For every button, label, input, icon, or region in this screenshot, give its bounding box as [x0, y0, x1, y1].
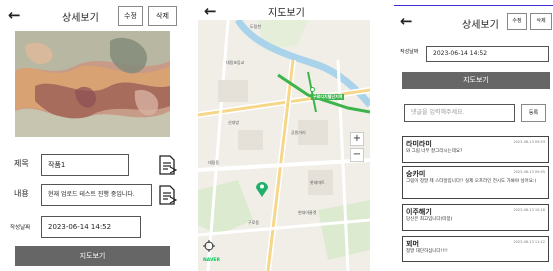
comment-text: 와 그림 너무 잘그리시는데요? [406, 149, 463, 154]
detail-header: ← 상세보기 수정 삭제 [0, 0, 185, 30]
content-row: 내용 현재 업로드 테스트 진행 중입니다. [10, 184, 177, 206]
page-title: 상세보기 [462, 20, 499, 31]
station-marker[interactable] [310, 87, 315, 92]
station-label[interactable]: 구로디지털단지역 [311, 94, 345, 100]
comment-author: 꾀머 [406, 240, 419, 248]
page-title: 상세보기 [62, 13, 99, 24]
comment-item: 꾀머 2023-06-13 11:12 정말 대단하십니다!!!! [402, 236, 549, 262]
comment-item: 라미라미 2023-06-13 09:53 와 그림 너무 잘그리시는데요? [402, 136, 549, 163]
content-input[interactable]: 현재 업로드 테스트 진행 중입니다. [41, 184, 152, 206]
map-place-label: 도림천 [250, 24, 262, 29]
map-view-button[interactable]: 지도보기 [15, 246, 170, 266]
map-screen: ← 지도보기 대림초등교 구로디지털단지역 공원거리 신대방 롯데마트 대림동 … [198, 0, 370, 271]
naver-logo: NAVER [203, 258, 220, 263]
date-field: 2023-06-14 14:52 [41, 216, 141, 238]
title-label: 제목 [14, 159, 29, 168]
content-label: 내용 [14, 189, 29, 198]
map-view[interactable]: 대림초등교 구로디지털단지역 공원거리 신대방 롯데마트 대림동 현대아울렛 구… [198, 20, 370, 271]
detail-screen: ← 상세보기 수정 삭제 제목 작품1 내용 현재 업로드 테스트 진행 중입니… [0, 0, 185, 271]
attach-file-icon[interactable] [157, 185, 177, 205]
map-place-label: 신대방 [228, 120, 240, 125]
comment-date: 2023-06-13 09:55 [513, 170, 545, 174]
edit-button[interactable]: 수정 [118, 6, 143, 26]
date-row: 작성날짜 2023-06-14 14:52 [10, 216, 177, 238]
attach-file-icon[interactable] [157, 155, 177, 175]
edit-button[interactable]: 수정 [507, 13, 527, 30]
map-place-label: 구로동 [248, 220, 260, 225]
map-place-label: 공원거리 [291, 130, 306, 135]
delete-button[interactable]: 삭제 [148, 6, 177, 26]
back-arrow-icon[interactable]: ← [204, 2, 217, 20]
artwork-image [15, 31, 170, 137]
map-place-label: 대림초등교 [226, 60, 245, 65]
map-canvas [198, 20, 370, 271]
title-row: 제목 작품1 [10, 154, 177, 176]
comments-screen: ← 상세보기 수정 삭제 작성날짜 2023-06-14 14:52 지도보기 … [394, 0, 553, 271]
date-label: 작성날짜 [400, 49, 419, 55]
back-arrow-icon[interactable]: ← [400, 12, 413, 30]
comment-text: 정말 대단하십니다!!!! [406, 249, 448, 254]
comment-date: 2023-06-13 11:12 [513, 240, 545, 244]
back-arrow-icon[interactable]: ← [8, 6, 21, 24]
location-pin-icon[interactable] [255, 180, 269, 198]
crosshair-icon[interactable] [203, 240, 215, 252]
map-place-label: 롯데마트 [310, 180, 325, 185]
comment-item: 이주해기 2023-06-13 10:18 당신은 최고입니다(따봉) [402, 204, 549, 231]
comment-item: 승카미 2023-06-13 09:55 그림이 정말 제 스타일입니다!! 실… [402, 166, 549, 199]
comment-text: 당신은 최고입니다(따봉) [406, 217, 453, 222]
zoom-in-button[interactable]: + [350, 132, 364, 146]
comment-author: 승카미 [406, 170, 426, 178]
date-field: 2023-06-14 14:52 [426, 46, 549, 62]
map-place-label: 현대아울렛 [298, 210, 317, 215]
comment-author: 라미라미 [406, 140, 432, 148]
zoom-out-button[interactable]: − [350, 148, 364, 162]
title-input[interactable]: 작품1 [41, 154, 129, 176]
comment-input[interactable]: 댓글을 입력해주세요. [404, 104, 515, 122]
map-header: ← 지도보기 [198, 0, 370, 20]
map-place-label: 대림동 [208, 160, 220, 165]
map-view-button[interactable]: 지도보기 [402, 72, 550, 89]
comment-author: 이주해기 [406, 208, 432, 216]
comment-date: 2023-06-13 10:18 [513, 208, 545, 212]
delete-button[interactable]: 삭제 [530, 13, 552, 30]
comment-date: 2023-06-13 09:53 [513, 140, 545, 144]
page-title: 지도보기 [268, 8, 305, 19]
comments-header: ← 상세보기 수정 삭제 [394, 0, 553, 31]
comment-text: 그림이 정말 제 스타일입니다!! 실제 오프라인 전시도 가봐야 싶어요:) [406, 179, 537, 184]
submit-comment-button[interactable]: 등록 [521, 104, 546, 122]
date-label: 작성날짜 [10, 225, 31, 231]
